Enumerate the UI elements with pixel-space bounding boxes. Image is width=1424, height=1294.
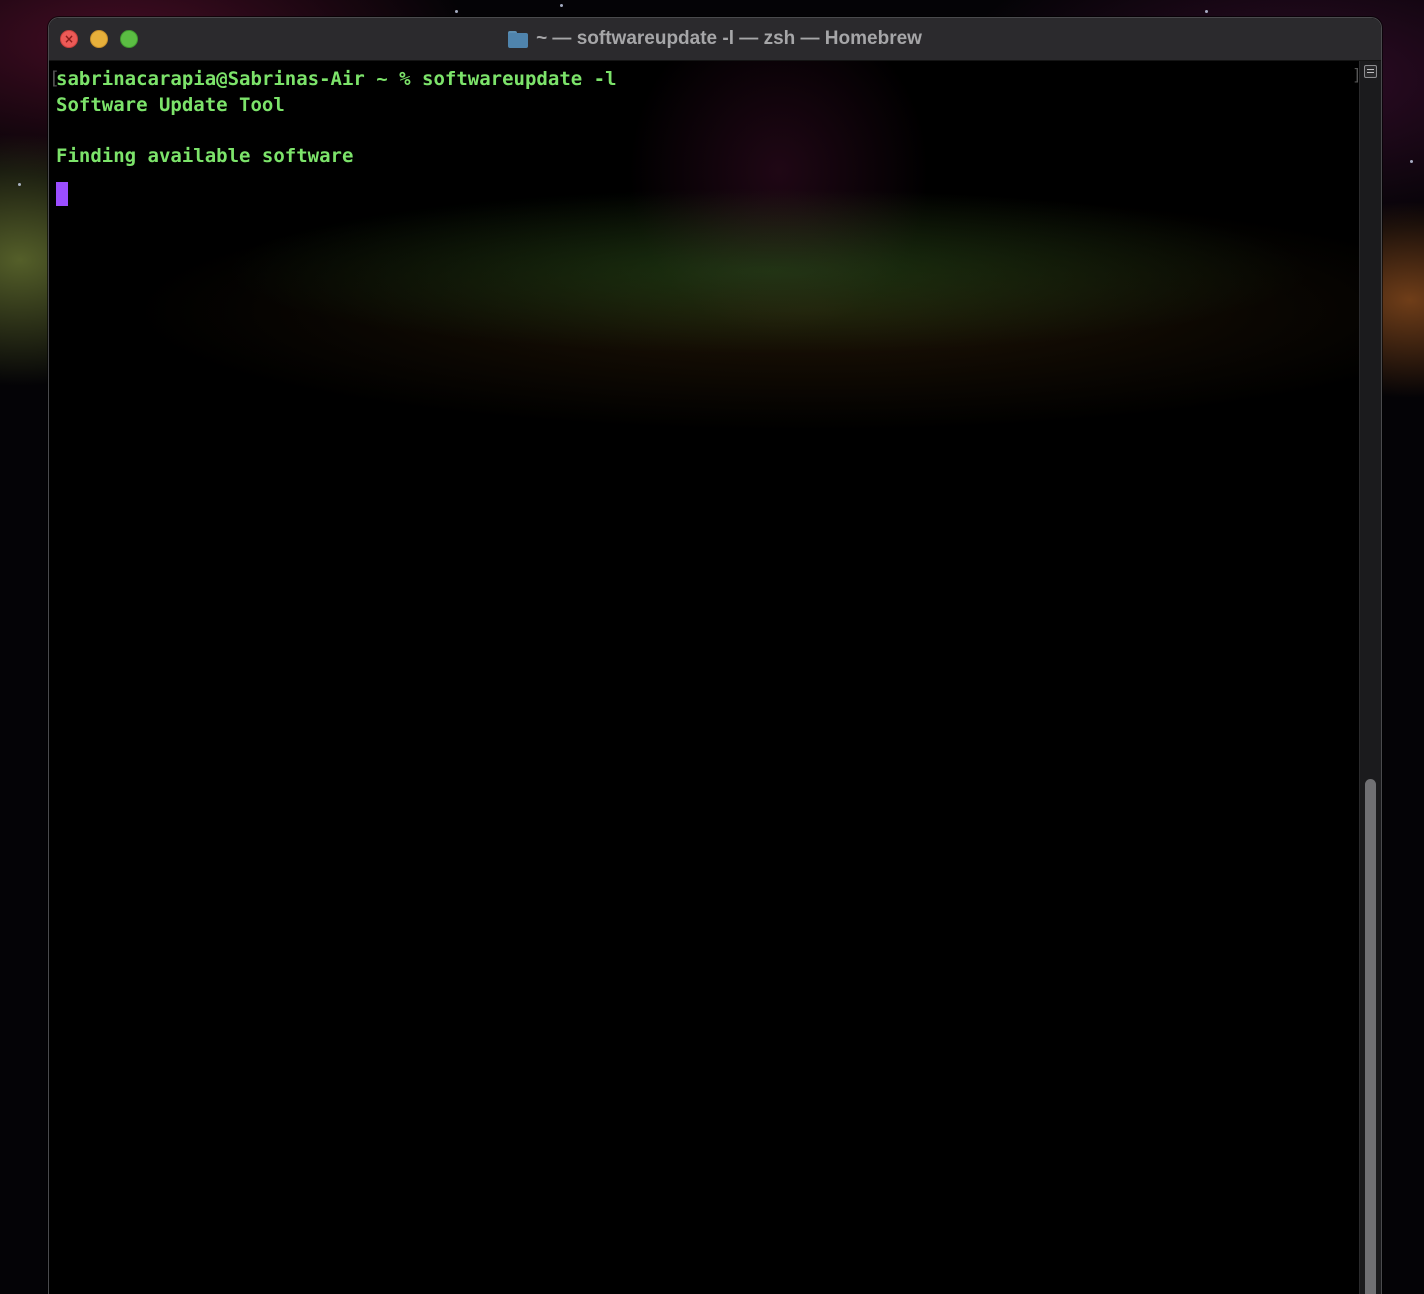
- vertical-scrollbar[interactable]: ]: [1352, 61, 1381, 1294]
- terminal-line-output: Software Update Tool: [56, 94, 285, 116]
- folder-icon: [508, 31, 529, 48]
- title-bar[interactable]: × ~ — softwareupdate -l — zsh — Homebrew: [49, 18, 1381, 61]
- desktop-wallpaper: × ~ — softwareupdate -l — zsh — Homebrew…: [0, 0, 1424, 1294]
- star: [18, 183, 21, 186]
- window-title-text: ~ — softwareupdate -l — zsh — Homebrew: [536, 28, 922, 49]
- terminal-window: × ~ — softwareupdate -l — zsh — Homebrew…: [48, 17, 1382, 1294]
- star: [455, 10, 458, 13]
- star: [560, 4, 563, 7]
- star: [1410, 160, 1413, 163]
- star: [1205, 10, 1208, 13]
- window-title: ~ — softwareupdate -l — zsh — Homebrew: [49, 18, 1381, 60]
- scroll-thumb[interactable]: [1365, 779, 1376, 1294]
- marks-icon[interactable]: [1364, 65, 1377, 78]
- terminal-line-output: Finding available software: [56, 145, 354, 167]
- terminal-line-command: sabrinacarapia@Sabrinas-Air ~ % software…: [56, 68, 617, 90]
- mark-bracket: ]: [1352, 65, 1362, 84]
- terminal-output[interactable]: [ sabrinacarapia@Sabrinas-Air ~ % softwa…: [49, 61, 1359, 1294]
- text-cursor: [56, 182, 68, 206]
